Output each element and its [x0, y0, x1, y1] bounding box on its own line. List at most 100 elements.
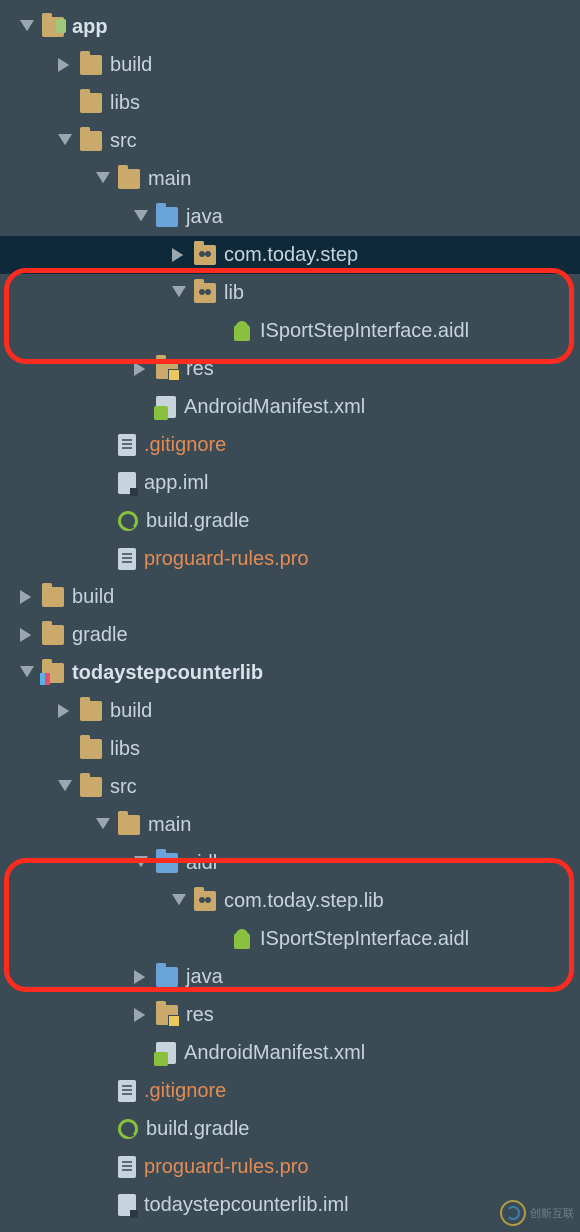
tree-item-java[interactable]: java [0, 198, 580, 236]
expand-arrow-icon[interactable] [18, 18, 36, 36]
folder-label: build [110, 54, 152, 77]
tree-item-gitignore[interactable]: .gitignore [0, 426, 580, 464]
expand-arrow-icon[interactable] [94, 816, 112, 834]
tree-item-proguard[interactable]: proguard-rules.pro [0, 1148, 580, 1186]
tree-item-aidl-file[interactable]: ISportStepInterface.aidl [0, 920, 580, 958]
collapse-arrow-icon[interactable] [132, 1006, 150, 1024]
tree-item-lib[interactable]: lib [0, 274, 580, 312]
expand-arrow-icon[interactable] [18, 664, 36, 682]
file-label: proguard-rules.pro [144, 1156, 309, 1179]
file-label: AndroidManifest.xml [184, 396, 365, 419]
tree-item-libs[interactable]: libs [0, 730, 580, 768]
collapse-arrow-icon[interactable] [132, 360, 150, 378]
collapse-arrow-icon[interactable] [56, 702, 74, 720]
tree-item-aidl[interactable]: aidl [0, 844, 580, 882]
collapse-arrow-icon[interactable] [132, 968, 150, 986]
folder-label: res [186, 358, 214, 381]
folder-icon [42, 587, 64, 607]
tree-item-package[interactable]: com.today.step [0, 236, 580, 274]
text-file-icon [118, 1080, 136, 1102]
file-label: AndroidManifest.xml [184, 1042, 365, 1065]
tree-item-root-build[interactable]: build [0, 578, 580, 616]
watermark: 创新互联 [500, 1200, 574, 1226]
iml-file-icon [118, 1194, 136, 1216]
folder-icon [80, 131, 102, 151]
collapse-arrow-icon[interactable] [56, 56, 74, 74]
file-label: todaystepcounterlib.iml [144, 1194, 349, 1217]
tree-item-src[interactable]: src [0, 768, 580, 806]
tree-item-main[interactable]: main [0, 160, 580, 198]
module-label: todaystepcounterlib [72, 662, 263, 685]
folder-label: gradle [72, 624, 128, 647]
folder-icon [80, 701, 102, 721]
text-file-icon [118, 1156, 136, 1178]
tree-item-java[interactable]: java [0, 958, 580, 996]
tree-item-libs[interactable]: libs [0, 84, 580, 122]
android-file-icon [232, 929, 252, 949]
folder-label: libs [110, 738, 140, 761]
expand-arrow-icon[interactable] [170, 284, 188, 302]
tree-item-res[interactable]: res [0, 350, 580, 388]
folder-icon [118, 815, 140, 835]
expand-arrow-icon[interactable] [170, 892, 188, 910]
tree-item-gradle[interactable]: build.gradle [0, 1110, 580, 1148]
manifest-icon [156, 396, 176, 418]
package-icon [194, 283, 216, 303]
tree-item-iml[interactable]: todaystepcounterlib.iml [0, 1186, 580, 1224]
tree-item-root-gradle[interactable]: gradle [0, 616, 580, 654]
folder-label: build [72, 586, 114, 609]
package-label: com.today.step [224, 244, 358, 267]
collapse-arrow-icon[interactable] [170, 246, 188, 264]
expand-arrow-icon[interactable] [94, 170, 112, 188]
tree-item-libmodule[interactable]: todaystepcounterlib [0, 654, 580, 692]
tree-item-build[interactable]: build [0, 692, 580, 730]
text-file-icon [118, 434, 136, 456]
text-file-icon [118, 548, 136, 570]
file-label: .gitignore [144, 434, 226, 457]
file-label: ISportStepInterface.aidl [260, 928, 469, 951]
file-label: proguard-rules.pro [144, 548, 309, 571]
folder-icon [80, 777, 102, 797]
folder-label: java [186, 206, 223, 229]
expand-arrow-icon[interactable] [56, 132, 74, 150]
collapse-arrow-icon[interactable] [18, 626, 36, 644]
tree-item-package[interactable]: com.today.step.lib [0, 882, 580, 920]
file-label: ISportStepInterface.aidl [260, 320, 469, 343]
module-icon [42, 17, 64, 37]
module-label: app [72, 16, 108, 39]
resource-folder-icon [156, 1005, 178, 1025]
file-label: build.gradle [146, 510, 249, 533]
folder-label: src [110, 776, 137, 799]
folder-icon [118, 169, 140, 189]
folder-icon [42, 625, 64, 645]
resource-folder-icon [156, 359, 178, 379]
tree-item-iml[interactable]: app.iml [0, 464, 580, 502]
tree-item-gitignore[interactable]: .gitignore [0, 1072, 580, 1110]
folder-icon [80, 93, 102, 113]
tree-item-res[interactable]: res [0, 996, 580, 1034]
watermark-text: 创新互联 [530, 1205, 574, 1221]
folder-icon [80, 55, 102, 75]
file-label: build.gradle [146, 1118, 249, 1141]
package-label: com.today.step.lib [224, 890, 384, 913]
tree-item-aidl-file[interactable]: ISportStepInterface.aidl [0, 312, 580, 350]
expand-arrow-icon[interactable] [56, 778, 74, 796]
tree-item-manifest[interactable]: AndroidManifest.xml [0, 388, 580, 426]
tree-item-gradle[interactable]: build.gradle [0, 502, 580, 540]
source-folder-icon [156, 207, 178, 227]
folder-icon [80, 739, 102, 759]
folder-label: libs [110, 92, 140, 115]
expand-arrow-icon[interactable] [132, 854, 150, 872]
folder-label: main [148, 814, 191, 837]
file-label: app.iml [144, 472, 208, 495]
tree-item-main[interactable]: main [0, 806, 580, 844]
tree-item-manifest[interactable]: AndroidManifest.xml [0, 1034, 580, 1072]
tree-item-src[interactable]: src [0, 122, 580, 160]
collapse-arrow-icon[interactable] [18, 588, 36, 606]
manifest-icon [156, 1042, 176, 1064]
expand-arrow-icon[interactable] [132, 208, 150, 226]
tree-item-build[interactable]: build [0, 46, 580, 84]
watermark-logo-icon [500, 1200, 526, 1226]
tree-item-proguard[interactable]: proguard-rules.pro [0, 540, 580, 578]
tree-item-app[interactable]: app [0, 8, 580, 46]
